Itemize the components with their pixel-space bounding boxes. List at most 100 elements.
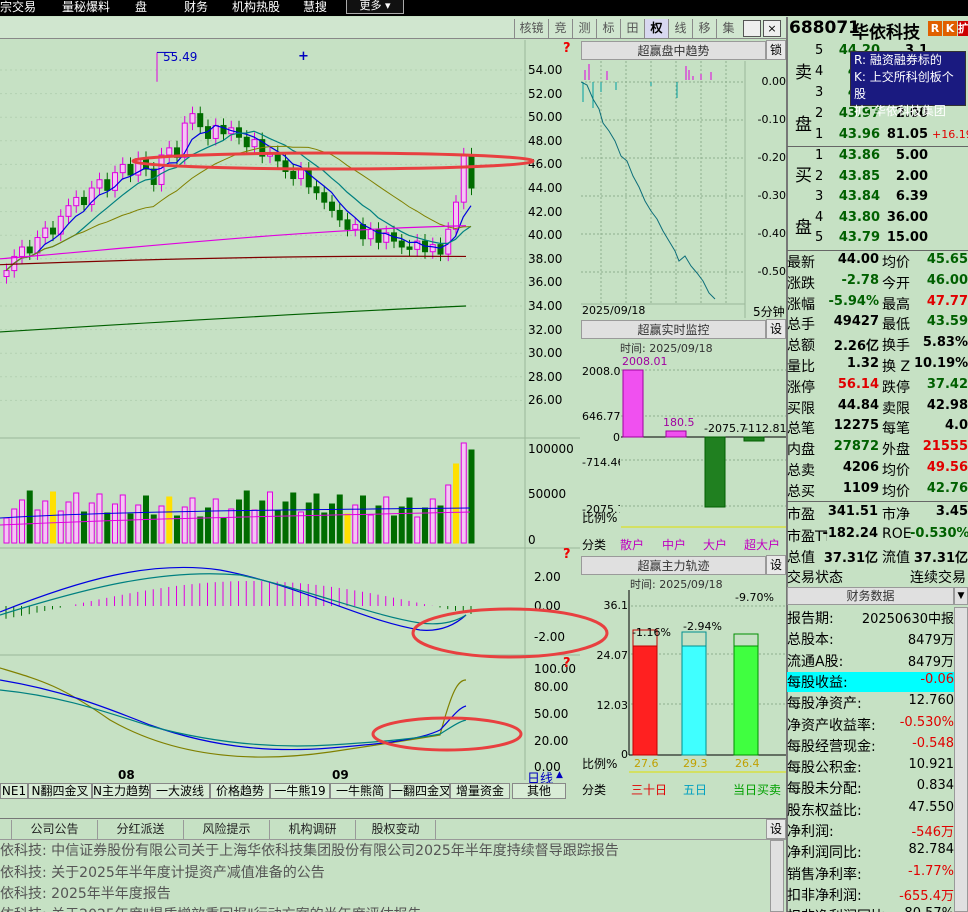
news-tab-5[interactable]: 股权变动 — [356, 820, 436, 839]
ind-tab-2[interactable]: N主力趋势 — [92, 783, 150, 799]
fin-label[interactable]: 每股公积金: — [787, 757, 862, 777]
ind-tab-6[interactable]: 一牛熊简 — [330, 783, 390, 799]
candle — [104, 179, 111, 191]
monitor-bar-large — [704, 436, 726, 508]
quote-value: -2.78 — [841, 272, 879, 288]
quote-value-2: 37.42 — [926, 376, 968, 392]
buy-price[interactable]: 43.80 — [835, 210, 880, 225]
fin-label[interactable]: 总股本: — [787, 629, 834, 649]
fin-scrollbar[interactable] — [954, 607, 968, 912]
ind-tab-9[interactable]: 其他 — [512, 783, 566, 799]
sell-price[interactable]: 43.96 — [835, 127, 880, 142]
badge-r[interactable]: R — [928, 21, 942, 36]
ind-tab-4[interactable]: 价格趋势 — [210, 783, 270, 799]
maximize-icon[interactable] — [743, 20, 761, 37]
tab-3[interactable]: 标 — [596, 19, 620, 38]
volume-bar — [174, 515, 180, 544]
fin-label[interactable]: 股东权益比: — [787, 800, 862, 820]
fin-title[interactable]: 财务数据 — [787, 587, 954, 605]
volume-bar — [298, 511, 304, 544]
menu-review[interactable]: 盘 — [135, 0, 147, 15]
fin-label[interactable]: 报告期: — [787, 608, 834, 628]
buy-price[interactable]: 43.79 — [835, 230, 880, 245]
price-tick: 26.00 — [528, 393, 563, 408]
tab-0[interactable]: 核镜 — [514, 19, 548, 38]
ind-tab-8[interactable]: 增量资金 — [450, 783, 510, 799]
close-icon[interactable]: × — [763, 20, 781, 37]
intraday-tick: -0.10 — [757, 113, 786, 126]
fin-label[interactable]: 净利润同比: — [787, 842, 862, 862]
buy-volume: 6.39 — [895, 189, 928, 204]
track-tick: 36.1 — [603, 599, 629, 612]
news-settings-button[interactable]: 设 — [766, 819, 786, 839]
badge-kuo[interactable]: 扩 — [958, 21, 968, 36]
buy-level: 2 — [815, 168, 824, 184]
fin-label[interactable]: 每股经营现金: — [787, 736, 876, 756]
volume-bar — [344, 513, 351, 544]
crosshair-icon: + — [298, 49, 309, 64]
fin-value: 20250630中报 — [861, 612, 954, 627]
menu-intel[interactable]: 慧搜 — [303, 0, 327, 15]
monitor-settings-button[interactable]: 设 — [766, 319, 786, 339]
tab-1[interactable]: 竞 — [548, 19, 572, 38]
period-up-icon[interactable]: ▲ — [556, 770, 563, 780]
menu-quantity[interactable]: 量秘爆料 — [62, 0, 110, 15]
ind-tab-1[interactable]: N翻四金叉 — [28, 783, 92, 799]
fin-label[interactable]: 每股未分配: — [787, 778, 862, 798]
news-item-0[interactable]: 依科技: 中信证券股份有限公司关于上海华依科技集团股份有限公司2025年半年度持… — [0, 840, 619, 860]
news-tab-0[interactable] — [0, 820, 12, 839]
lock-button[interactable]: 锁 — [766, 40, 786, 60]
ind-tab-5[interactable]: 一牛熊19 — [270, 783, 330, 799]
ind-tab-7[interactable]: 一翻四金叉 — [390, 783, 450, 799]
menu-finance[interactable]: 财务 — [184, 0, 208, 15]
question-icon-macd[interactable]: ? — [563, 547, 571, 562]
fin-dropdown-icon[interactable]: ▼ — [954, 587, 968, 605]
news-item-1[interactable]: 依科技: 关于2025年半年度计提资产减值准备的公告 — [0, 862, 325, 882]
volume-bar — [104, 512, 111, 544]
candle — [119, 163, 126, 174]
track-value: 27.6 — [634, 757, 659, 770]
news-tab-2[interactable]: 分红派送 — [98, 820, 184, 839]
more-button[interactable]: 更多 ▾ — [346, 0, 404, 14]
quote-value-2: 43.59 — [926, 314, 968, 330]
buy-price[interactable]: 43.86 — [835, 148, 880, 163]
track-settings-button[interactable]: 设 — [766, 555, 786, 575]
menu-hot[interactable]: 机构热股 — [232, 0, 280, 15]
tab-7[interactable]: 移 — [692, 19, 716, 38]
ind-tab-3[interactable]: 一大波线 — [150, 783, 210, 799]
fin-label[interactable]: 扣非净利润同比: — [787, 906, 890, 912]
question-icon[interactable]: ? — [563, 41, 571, 56]
monitor-tick: 2008.01 — [582, 365, 620, 378]
badge-k[interactable]: K — [943, 21, 957, 36]
fin-label[interactable]: 净资产收益率: — [787, 715, 876, 735]
quote-label: 最新 — [787, 255, 815, 271]
fin-label[interactable]: 销售净利率: — [787, 864, 862, 884]
quote-value-2: 21555 — [922, 439, 968, 455]
news-tab-1[interactable]: 公司公告 — [12, 820, 98, 839]
volume-bar — [88, 502, 95, 544]
news-item-3[interactable]: 依科技: 关于2025年度"提质增效重回报"行动方案的半年度评估报告 — [0, 904, 422, 912]
question-icon-kdj[interactable]: ? — [563, 656, 571, 671]
candle — [3, 270, 10, 278]
fin-label[interactable]: 每股净资产: — [787, 693, 862, 713]
fin-label[interactable]: 净利润: — [787, 821, 834, 841]
tab-2[interactable]: 测 — [572, 19, 596, 38]
news-tab-3[interactable]: 风险提示 — [184, 820, 270, 839]
news-item-2[interactable]: 依科技: 2025年半年度报告 — [0, 883, 171, 903]
news-scrollbar[interactable] — [770, 840, 784, 912]
tab-6[interactable]: 线 — [668, 19, 692, 38]
fin-label[interactable]: 流通A股: — [787, 651, 843, 671]
tab-4[interactable]: 田 — [620, 19, 644, 38]
menu-trade[interactable]: 宗交易 — [0, 0, 36, 15]
ind-tab-0[interactable]: NE1 — [0, 783, 28, 799]
volume-bar — [453, 463, 459, 544]
fin-label[interactable]: 扣非净利润: — [787, 885, 862, 905]
candle — [398, 240, 405, 248]
tab-5[interactable]: 权 — [644, 19, 668, 38]
buy-price[interactable]: 43.85 — [835, 169, 880, 184]
news-tab-4[interactable]: 机构调研 — [270, 820, 356, 839]
tab-8[interactable]: 集 — [716, 19, 740, 38]
candle — [406, 246, 413, 250]
sell-label: 卖盘 — [795, 63, 812, 135]
buy-price[interactable]: 43.84 — [835, 189, 880, 204]
